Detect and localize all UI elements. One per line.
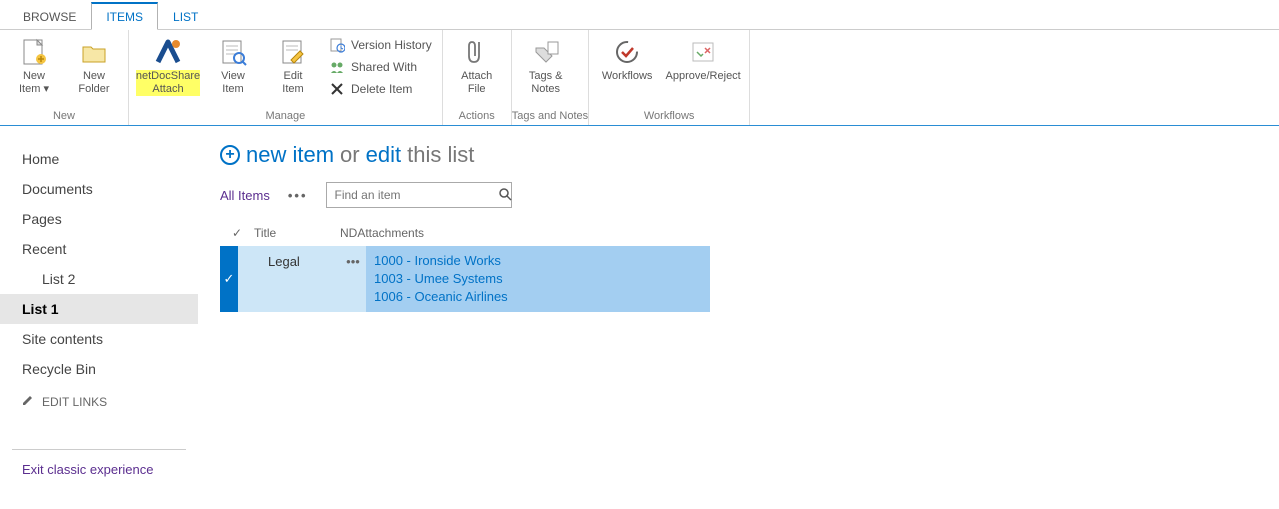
attach-file-button[interactable]: AttachFile	[449, 34, 505, 96]
row-title: Legal	[264, 246, 340, 277]
edit-list-link[interactable]: edit	[366, 142, 401, 168]
tags-label1: Tags &	[529, 70, 563, 82]
approve-reject-button[interactable]: Approve/Reject	[663, 34, 743, 83]
edit-item-button[interactable]: EditItem	[265, 34, 321, 96]
shared-with-icon	[329, 59, 345, 75]
col-select[interactable]: ✓	[220, 226, 254, 240]
exit-classic-link[interactable]: Exit classic experience	[0, 462, 198, 477]
view-item-icon	[217, 36, 249, 68]
row-selected-indicator[interactable]: ✓	[220, 246, 238, 312]
attach-file-icon	[461, 36, 493, 68]
or-text: or	[340, 142, 360, 168]
sidebar: Home Documents Pages Recent List 2 List …	[0, 126, 198, 477]
edit-links-label: EDIT LINKS	[42, 395, 107, 409]
sidebar-item-documents[interactable]: Documents	[0, 174, 198, 204]
row-attachments: 1000 - Ironside Works 1003 - Umee System…	[366, 246, 710, 312]
table-row[interactable]: ✓ Legal ••• 1000 - Ironside Works 1003 -…	[220, 246, 710, 312]
col-title[interactable]: Title	[254, 226, 340, 240]
workflows-icon	[611, 36, 643, 68]
sidebar-item-list2[interactable]: List 2	[0, 264, 198, 294]
netdocshare-attach-button[interactable]: netDocShareAttach	[135, 34, 201, 96]
approve-reject-label: Approve/Reject	[666, 70, 741, 83]
netdocshare-icon	[152, 36, 184, 68]
delete-item-button[interactable]: Delete Item	[325, 80, 436, 98]
new-item-link[interactable]: new item	[246, 142, 334, 168]
shared-with-button[interactable]: Shared With	[325, 58, 436, 76]
nds-label1: netDocShare	[136, 70, 200, 82]
version-history-button[interactable]: Version History	[325, 36, 436, 54]
attachment-link[interactable]: 1003 - Umee Systems	[374, 270, 702, 288]
sidebar-item-recyclebin[interactable]: Recycle Bin	[0, 354, 198, 384]
new-item-button[interactable]: NewItem ▾	[6, 34, 62, 96]
tab-list[interactable]: LIST	[158, 3, 213, 29]
new-folder-icon	[78, 36, 110, 68]
tab-items[interactable]: ITEMS	[91, 2, 158, 30]
version-history-icon	[329, 37, 345, 53]
tags-notes-button[interactable]: Tags &Notes	[518, 34, 574, 96]
search-box[interactable]	[326, 182, 512, 208]
version-history-label: Version History	[351, 38, 432, 52]
shared-with-label: Shared With	[351, 60, 417, 74]
sidebar-item-recent[interactable]: Recent	[0, 234, 198, 264]
pencil-icon	[22, 394, 34, 409]
group-manage-label: Manage	[129, 108, 442, 125]
sidebar-item-sitecontents[interactable]: Site contents	[0, 324, 198, 354]
search-input[interactable]	[327, 188, 498, 202]
edit-label1: Edit	[284, 70, 303, 82]
attachment-link[interactable]: 1000 - Ironside Works	[374, 252, 702, 270]
new-folder-label2: Folder	[78, 83, 109, 95]
new-item-label1: New	[23, 70, 45, 82]
tags-label2: Notes	[531, 83, 560, 95]
tab-browse[interactable]: BROWSE	[8, 3, 91, 29]
sidebar-divider	[12, 449, 186, 450]
sidebar-item-pages[interactable]: Pages	[0, 204, 198, 234]
group-workflows-label: Workflows	[589, 108, 749, 125]
edit-label2: Item	[282, 83, 303, 95]
view-more-button[interactable]: •••	[288, 188, 308, 203]
view-selector[interactable]: All Items	[220, 188, 270, 203]
row-menu-button[interactable]: •••	[340, 246, 366, 269]
workflows-button[interactable]: Workflows	[595, 34, 659, 83]
new-folder-label1: New	[83, 70, 105, 82]
group-tags-label: Tags and Notes	[512, 108, 588, 125]
delete-icon	[329, 81, 345, 97]
new-item-label2: Item ▾	[19, 83, 49, 95]
delete-label: Delete Item	[351, 82, 412, 96]
new-item-icon	[18, 36, 50, 68]
workflows-label: Workflows	[602, 70, 653, 83]
this-list-text: this list	[407, 142, 474, 168]
nds-label2: Attach	[152, 83, 183, 95]
new-folder-button[interactable]: NewFolder	[66, 34, 122, 96]
attach-label2: File	[468, 83, 486, 95]
approve-reject-icon	[687, 36, 719, 68]
view-item-button[interactable]: ViewItem	[205, 34, 261, 96]
sidebar-item-list1[interactable]: List 1	[0, 294, 198, 324]
view-label1: View	[221, 70, 245, 82]
attach-label1: Attach	[461, 70, 492, 82]
new-item-plus-icon[interactable]: +	[220, 145, 240, 165]
tags-notes-icon	[530, 36, 562, 68]
group-new-label: New	[0, 108, 128, 125]
col-attachments[interactable]: NDAttachments	[340, 226, 1279, 240]
view-label2: Item	[222, 83, 243, 95]
attachment-link[interactable]: 1006 - Oceanic Airlines	[374, 288, 702, 306]
group-actions-label: Actions	[443, 108, 511, 125]
sidebar-item-home[interactable]: Home	[0, 144, 198, 174]
search-icon[interactable]	[498, 187, 512, 204]
edit-links-button[interactable]: EDIT LINKS	[0, 384, 198, 419]
edit-item-icon	[277, 36, 309, 68]
